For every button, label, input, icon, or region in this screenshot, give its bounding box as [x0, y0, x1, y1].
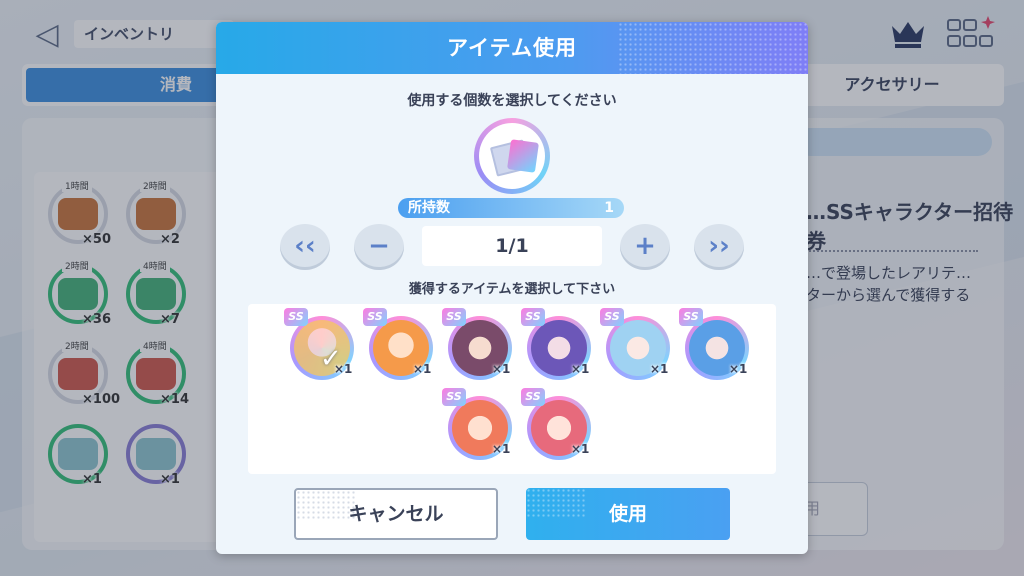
reward-character[interactable]: SS ×1 — [442, 388, 512, 460]
button-pattern — [296, 490, 356, 520]
dialog-title: アイテム使用 — [447, 36, 577, 60]
reward-count: ×1 — [413, 362, 432, 376]
reward-count: ×1 — [492, 362, 511, 376]
reward-character-selected[interactable]: SS ✓ ×1 — [284, 308, 354, 380]
decrement-button[interactable]: − — [354, 224, 404, 270]
use-item-dialog: アイテム使用 使用する個数を選択してください 所持数 1 ‹‹ − 1/1 + … — [216, 22, 808, 554]
owned-label: 所持数 — [408, 200, 450, 216]
ss-badge: SS — [600, 308, 624, 326]
reward-character[interactable]: SS ×1 — [521, 308, 591, 380]
reward-character[interactable]: SS ×1 — [521, 388, 591, 460]
reward-count: ×1 — [729, 362, 748, 376]
ss-badge: SS — [363, 308, 387, 326]
ss-badge: SS — [521, 308, 545, 326]
cancel-label: キャンセル — [348, 503, 444, 525]
reward-character[interactable]: SS ×1 — [363, 308, 433, 380]
owned-value: 1 — [604, 200, 614, 216]
reward-select-label: 獲得するアイテムを選択して下さい — [408, 282, 616, 297]
button-pattern — [526, 488, 586, 518]
cancel-button[interactable]: キャンセル — [294, 488, 498, 540]
reward-count: ×1 — [571, 362, 590, 376]
use-label: 使用 — [608, 503, 647, 525]
quantity-display: 1/1 — [422, 226, 602, 266]
reward-count: ×1 — [650, 362, 669, 376]
min-quantity-button[interactable]: ‹‹ — [280, 224, 330, 270]
ss-badge: SS — [442, 388, 466, 406]
reward-character[interactable]: SS ×1 — [679, 308, 749, 380]
ss-badge: SS — [442, 308, 466, 326]
reward-list: SS ✓ ×1 SS ×1 SS ×1 SS ×1 SS ×1 SS ×1 SS… — [248, 304, 776, 474]
use-button[interactable]: 使用 — [526, 488, 730, 540]
owned-count-bar: 所持数 1 — [398, 198, 624, 218]
reward-count: ×1 — [334, 362, 353, 376]
max-quantity-button[interactable]: ›› — [694, 224, 744, 270]
increment-button[interactable]: + — [620, 224, 670, 270]
ss-badge: SS — [521, 388, 545, 406]
ss-badge: SS — [679, 308, 703, 326]
card-icon — [507, 139, 539, 173]
dialog-header: アイテム使用 — [216, 22, 808, 74]
reward-character[interactable]: SS ×1 — [442, 308, 512, 380]
reward-count: ×1 — [492, 442, 511, 456]
reward-character[interactable]: SS ×1 — [600, 308, 670, 380]
ss-badge: SS — [284, 308, 308, 326]
invite-ticket-icon — [474, 118, 550, 194]
reward-count: ×1 — [571, 442, 590, 456]
quantity-prompt: 使用する個数を選択してください — [407, 93, 617, 109]
icon-inner — [479, 123, 545, 189]
